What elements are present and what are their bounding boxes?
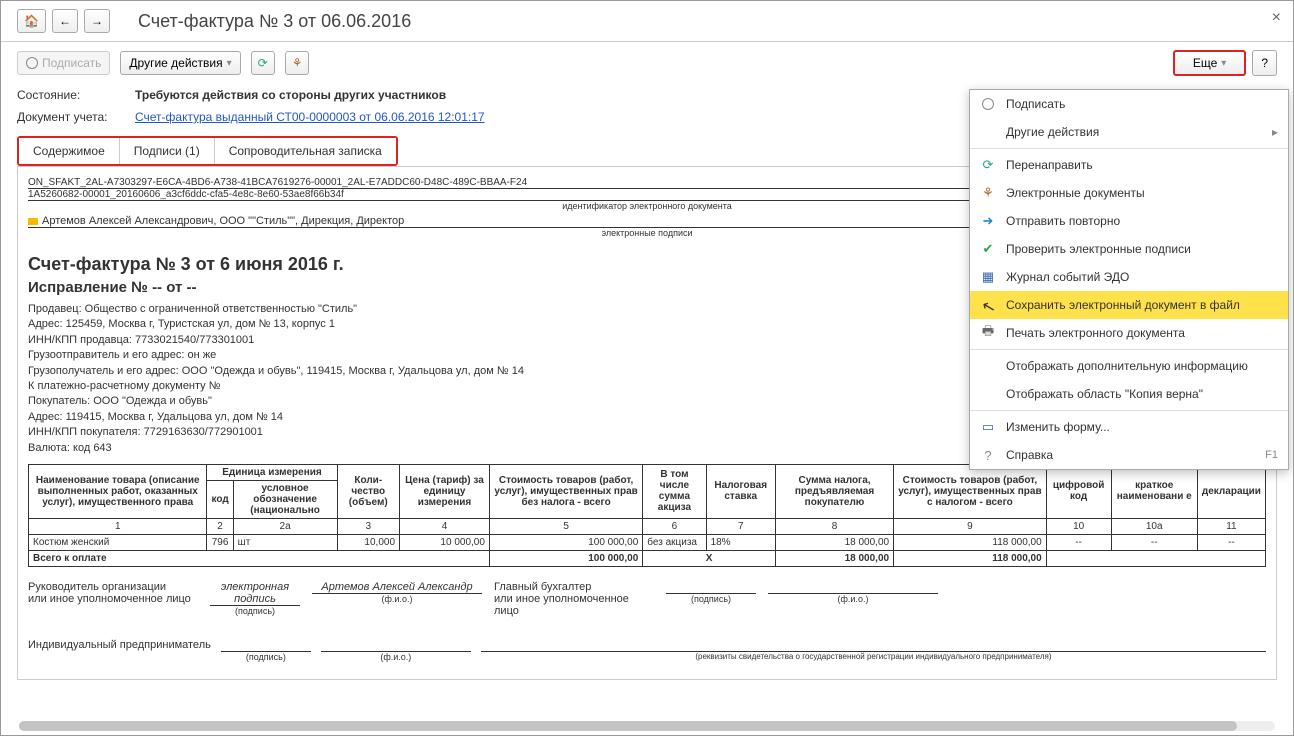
sign-icon [26,57,38,69]
sig-or-auth2: или иное уполномоченное лицо [494,593,654,617]
sig-acc-sign [666,581,756,594]
menu-journal[interactable]: ▦Журнал событий ЭДО [970,263,1288,291]
more-label: Еще [1193,56,1217,70]
arrow-right-icon: ➜ [980,213,996,229]
tabs: Содержимое Подписи (1) Сопроводительная … [17,136,398,166]
forward-button[interactable]: → [84,9,110,33]
th-total: Стоимость товаров (работ, услуг), имущес… [894,464,1047,518]
tree-icon: ⚘ [980,185,996,201]
menu-change-form[interactable]: ▭Изменить форму... [970,413,1288,441]
th-sn: краткое наименовани е [1111,464,1197,518]
docref-label: Документ учета: [17,110,117,124]
more-menu: Подписать Другие действия▸ ⟳Перенаправит… [969,89,1289,470]
signature-block: Руководитель организации или иное уполно… [28,581,1266,617]
menu-show-copy[interactable]: Отображать область "Копия верна" [970,380,1288,408]
th-unit: Единица измерения [207,464,337,480]
help-icon: ? [980,447,996,463]
journal-icon: ▦ [980,269,996,285]
refresh-icon: ⟳ [258,56,268,70]
ip-note: (реквизиты свидетельства о государственн… [481,652,1266,661]
th-dc: цифровой код [1046,464,1111,518]
menu-save-file[interactable]: ↖ Сохранить электронный документ в файл [970,291,1288,319]
docref-link[interactable]: Счет-фактура выданный СТ00-0000003 от 06… [135,110,485,124]
printer-icon: 🖶 [980,325,996,341]
ip-label: Индивидуальный предприниматель [28,639,211,662]
sig-name: Артемов Алексей Александр [312,581,482,594]
check-icon: ✔ [980,241,996,257]
th-decl: декларации [1197,464,1265,518]
th-unitname: условное обозначение (национально [233,480,337,518]
sig-fio-lbl: (ф.и.о.) [312,594,482,604]
arrow-left-icon: ← [59,14,71,28]
edoc-tree-button[interactable]: ⚘ [285,51,310,75]
state-value: Требуются действия со стороны других уча… [135,88,446,102]
sig-head: Руководитель организации [28,581,198,593]
chevron-right-icon: ▸ [1272,125,1278,139]
toolbar: Подписать Другие действия ▾ ⟳ ⚘ Еще ▾ ? [1,42,1293,84]
sig-acc: Главный бухгалтер [494,581,654,593]
table-row: Костюм женский 796 шт 10,000 10 000,00 1… [29,534,1266,550]
th-excise: В том числе сумма акциза [643,464,706,518]
other-actions-label: Другие действия [129,56,222,70]
close-button[interactable]: × [1272,9,1281,27]
back-button[interactable]: ← [52,9,78,33]
th-cost: Стоимость товаров (работ, услуг), имущес… [489,464,642,518]
horizontal-scrollbar[interactable] [19,721,1275,731]
help-shortcut: F1 [1265,449,1278,461]
sign-button: Подписать [17,51,110,75]
ip-block: Индивидуальный предприниматель (подпись)… [28,639,1266,662]
sig-acc-name [768,581,938,594]
app-window: 🏠 ← → Счет-фактура № 3 от 06.06.2016 × П… [0,0,1294,736]
more-button[interactable]: Еще ▾ [1173,50,1246,76]
th-rate: Налоговая ставка [706,464,775,518]
th-price: Цена (тариф) за единицу измерения [400,464,490,518]
tab-signatures[interactable]: Подписи (1) [120,138,215,164]
sig-or-auth: или иное уполномоченное лицо [28,593,198,605]
tree-icon: ⚘ [292,56,303,70]
menu-redirect[interactable]: ⟳Перенаправить [970,151,1288,179]
menu-resend[interactable]: ➜Отправить повторно [970,207,1288,235]
sig-sign-lbl2: (подпись) [666,594,756,604]
sig-fio-lbl2: (ф.и.о.) [768,594,938,604]
sig-esign: электронная подпись [210,581,300,606]
total-row: Всего к оплате 100 000,00 X 18 000,00 11… [29,550,1266,566]
th-qty: Коли- чество (объем) [337,464,400,518]
invoice-table: Наименование товара (описание выполненны… [28,464,1266,567]
scrollbar-thumb[interactable] [19,721,1237,731]
sign-label: Подписать [42,56,101,70]
tab-note[interactable]: Сопроводительная записка [215,138,396,164]
edoc-signer-text: Артемов Алексей Александрович, ООО ""Сти… [42,215,404,227]
chevron-down-icon: ▾ [1221,58,1226,69]
sign-icon [980,96,996,112]
menu-print[interactable]: 🖶Печать электронного документа [970,319,1288,347]
menu-check-sign[interactable]: ✔Проверить электронные подписи [970,235,1288,263]
chevron-down-icon: ▾ [227,58,232,69]
redirect-icon: ⟳ [980,157,996,173]
col-numbers-row: 1 2 2а 3 4 5 6 7 8 9 10 10а 11 [29,518,1266,534]
th-code: код [207,480,233,518]
header: 🏠 ← → Счет-фактура № 3 от 06.06.2016 × [1,1,1293,42]
key-icon [28,218,38,225]
help-button[interactable]: ? [1252,50,1277,76]
menu-show-info[interactable]: Отображать дополнительную информацию [970,352,1288,380]
menu-edocs[interactable]: ⚘Электронные документы [970,179,1288,207]
th-taxsum: Сумма налога, предъявляемая покупателю [775,464,893,518]
home-icon: 🏠 [24,14,39,28]
tab-content[interactable]: Содержимое [19,138,120,164]
arrow-right-icon: → [91,14,103,28]
form-icon: ▭ [980,419,996,435]
menu-help[interactable]: ?СправкаF1 [970,441,1288,469]
sig-sign-lbl: (подпись) [210,606,300,616]
menu-other-actions[interactable]: Другие действия▸ [970,118,1288,146]
home-button[interactable]: 🏠 [17,9,46,33]
other-actions-button[interactable]: Другие действия ▾ [120,51,240,75]
page-title: Счет-фактура № 3 от 06.06.2016 [138,11,411,32]
state-label: Состояние: [17,88,117,102]
menu-sign[interactable]: Подписать [970,90,1288,118]
th-name: Наименование товара (описание выполненны… [29,464,207,518]
refresh-button[interactable]: ⟳ [251,51,275,75]
